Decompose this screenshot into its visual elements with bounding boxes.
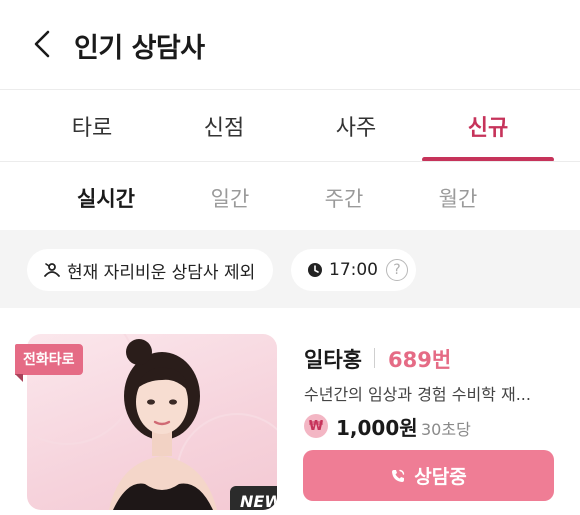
consult-status-button[interactable]: 상담중 xyxy=(303,450,554,501)
phone-call-icon xyxy=(390,468,406,484)
consult-status-label: 상담중 xyxy=(414,466,467,488)
back-button[interactable] xyxy=(28,26,60,62)
counselor-name: 일타홍 xyxy=(304,348,362,372)
time-label: 17:00 xyxy=(329,260,378,280)
person-away-icon xyxy=(44,263,60,277)
counselor-card[interactable]: NEW 전화타로 일타홍 689번 수년간의 임상과 경험 수비학 재... ₩… xyxy=(0,308,580,515)
page-title: 인기 상담사 xyxy=(74,33,205,64)
counselor-description: 수년간의 임상과 경험 수비학 재... xyxy=(304,385,531,404)
price-unit: 30초당 xyxy=(421,420,471,439)
period-realtime[interactable]: 실시간 xyxy=(51,183,161,213)
tab-shinjeom[interactable]: 신점 xyxy=(164,110,284,142)
time-filter[interactable]: 17:00 ? xyxy=(291,249,416,291)
category-tabs: 타로 신점 사주 신규 xyxy=(0,90,580,162)
period-monthly[interactable]: 월간 xyxy=(403,183,513,213)
period-weekly[interactable]: 주간 xyxy=(289,183,399,213)
chevron-left-icon xyxy=(34,30,50,58)
period-selector: 실시간 일간 주간 월간 xyxy=(0,162,580,230)
counselor-number: 689번 xyxy=(388,348,452,372)
price: 1,000원 xyxy=(336,416,418,440)
help-icon[interactable]: ? xyxy=(386,259,408,281)
exclude-absent-label: 현재 자리비운 상담사 제외 xyxy=(67,262,256,283)
consult-type-badge: 전화타로 xyxy=(15,344,83,375)
exclude-absent-filter[interactable]: 현재 자리비운 상담사 제외 xyxy=(27,249,273,291)
new-badge: NEW xyxy=(230,486,277,510)
tab-new[interactable]: 신규 xyxy=(428,110,548,142)
won-coin-icon: ₩ xyxy=(304,414,328,438)
tab-tarot[interactable]: 타로 xyxy=(32,110,152,142)
tab-saju[interactable]: 사주 xyxy=(296,110,416,142)
filter-bar: 현재 자리비운 상담사 제외 17:00 ? xyxy=(0,230,580,308)
app-header: 인기 상담사 xyxy=(0,0,580,90)
period-daily[interactable]: 일간 xyxy=(175,183,285,213)
badge-fold xyxy=(15,374,23,382)
clock-icon xyxy=(308,263,322,277)
name-separator xyxy=(374,348,375,368)
